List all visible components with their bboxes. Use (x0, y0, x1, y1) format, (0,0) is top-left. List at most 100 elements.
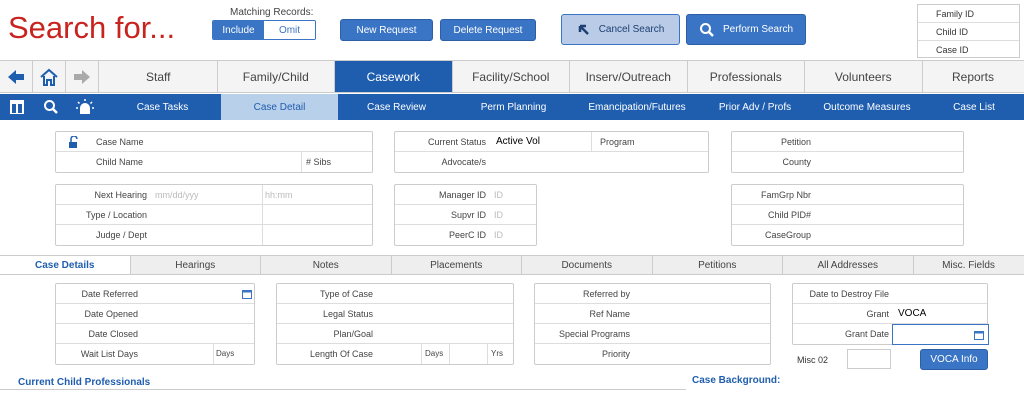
wait-list-label: Wait List Days (80, 349, 138, 359)
supvr-id-row[interactable]: Supvr ID ID (395, 205, 536, 225)
calendar-icon[interactable] (974, 330, 984, 340)
grant-row[interactable]: Grant VOCA (793, 304, 987, 324)
next-hearing-label: Next Hearing (94, 190, 147, 200)
date-opened-row[interactable]: Date Opened (56, 304, 254, 324)
professionals-section-title: Current Child Professionals (18, 377, 151, 388)
detail-tabs: Case Details Hearings Notes Placements D… (0, 255, 1024, 275)
dtab-case-details[interactable]: Case Details (0, 256, 131, 274)
tab-volunteers[interactable]: Volunteers (805, 61, 923, 92)
length-of-case-row[interactable]: Length Of Case Days Yrs (277, 344, 513, 364)
famgrp-row[interactable]: FamGrp Nbr (732, 185, 963, 205)
dates-group: Date Referred Date Opened Date Closed Wa… (55, 283, 255, 365)
casegroup-row[interactable]: CaseGroup (732, 225, 963, 245)
alert-button[interactable] (68, 94, 102, 120)
child-name-row[interactable]: Child Name # Sibs (56, 152, 372, 172)
days-unit: Days (216, 349, 235, 358)
petition-row[interactable]: Petition (732, 132, 963, 152)
type-of-case-row[interactable]: Type of Case (277, 284, 513, 304)
layout-button[interactable] (0, 94, 34, 120)
forward-button[interactable] (66, 61, 99, 92)
referred-by-row[interactable]: Referred by (535, 284, 770, 304)
match-toggle: Include Omit (212, 20, 316, 40)
type-location-row[interactable]: Type / Location (56, 205, 372, 225)
peerc-id-input[interactable]: ID (494, 225, 503, 245)
dtab-documents[interactable]: Documents (522, 256, 653, 274)
delete-request-button[interactable]: Delete Request (440, 19, 536, 41)
dtab-all-addresses[interactable]: All Addresses (783, 256, 914, 274)
advocates-row[interactable]: Advocate/s (395, 152, 708, 172)
subtab-prior-adv[interactable]: Prior Adv / Profs (702, 94, 808, 120)
child-id-field[interactable]: Child ID (918, 23, 1019, 41)
ref-name-row[interactable]: Ref Name (535, 304, 770, 324)
main-nav: Staff Family/Child Casework Facility/Sch… (0, 60, 1024, 93)
status-row[interactable]: Current Status Active Vol Program (395, 132, 708, 152)
cancel-search-button[interactable]: Cancel Search (561, 14, 680, 45)
home-button[interactable] (33, 61, 66, 92)
dtab-hearings[interactable]: Hearings (131, 256, 261, 274)
tab-family-child[interactable]: Family/Child (218, 61, 335, 92)
unlock-icon[interactable] (68, 136, 80, 148)
grant-date-input[interactable] (892, 324, 989, 345)
misc02-input[interactable] (847, 349, 891, 369)
judge-dept-label: Judge / Dept (95, 230, 147, 240)
perform-search-button[interactable]: Perform Search (686, 14, 806, 45)
county-row[interactable]: County (732, 152, 963, 172)
supvr-id-input[interactable]: ID (494, 205, 503, 225)
id-box: Family ID Child ID Case ID (917, 4, 1020, 58)
subtab-case-detail[interactable]: Case Detail (221, 94, 338, 120)
judge-dept-row[interactable]: Judge / Dept (56, 225, 372, 245)
destroy-label: Date to Destroy File (809, 289, 889, 299)
tab-facility-school[interactable]: Facility/School (453, 61, 570, 92)
special-programs-row[interactable]: Special Programs (535, 324, 770, 344)
priority-row[interactable]: Priority (535, 344, 770, 364)
perform-search-label: Perform Search (722, 24, 794, 35)
date-closed-row[interactable]: Date Closed (56, 324, 254, 344)
subtab-outcome-measures[interactable]: Outcome Measures (808, 94, 926, 120)
sub-nav: Case Tasks Case Detail Case Review Perm … (0, 94, 1024, 120)
subtab-case-list[interactable]: Case List (926, 94, 1022, 120)
dtab-placements[interactable]: Placements (392, 256, 522, 274)
manager-id-row[interactable]: Manager ID ID (395, 185, 536, 205)
date-referred-row[interactable]: Date Referred (56, 284, 254, 304)
tab-professionals[interactable]: Professionals (688, 61, 805, 92)
hearing-time-input[interactable]: hh:mm (265, 185, 293, 205)
tab-inserv-outreach[interactable]: Inserv/Outreach (570, 61, 688, 92)
grant-label: Grant (866, 309, 889, 319)
hearing-date-input[interactable]: mm/dd/yyy (155, 185, 199, 205)
staff-ids-group: Manager ID ID Supvr ID ID PeerC ID ID (394, 184, 537, 246)
back-button[interactable] (0, 61, 33, 92)
cancel-search-label: Cancel Search (598, 24, 665, 35)
referral-group: Referred by Ref Name Special Programs Pr… (534, 283, 771, 365)
tab-casework[interactable]: Casework (335, 61, 453, 92)
wait-list-row[interactable]: Wait List Days Days (56, 344, 254, 364)
omit-option[interactable]: Omit (264, 21, 315, 39)
voca-info-button[interactable]: VOCA Info (920, 349, 988, 370)
subtab-perm-planning[interactable]: Perm Planning (455, 94, 572, 120)
referred-by-label: Referred by (582, 289, 630, 299)
dtab-notes[interactable]: Notes (261, 256, 392, 274)
case-id-field[interactable]: Case ID (918, 41, 1019, 59)
case-name-row[interactable]: Case Name (56, 132, 372, 152)
child-pid-row[interactable]: Child PID# (732, 205, 963, 225)
destroy-row[interactable]: Date to Destroy File (793, 284, 987, 304)
subtab-emancipation[interactable]: Emancipation/Futures (572, 94, 702, 120)
type-location-label: Type / Location (85, 210, 147, 220)
tab-staff[interactable]: Staff (100, 61, 218, 92)
find-button[interactable] (34, 94, 68, 120)
manager-id-input[interactable]: ID (494, 185, 503, 205)
include-option[interactable]: Include (213, 21, 264, 39)
subtab-case-review[interactable]: Case Review (338, 94, 455, 120)
family-id-field[interactable]: Family ID (918, 5, 1019, 23)
supvr-id-label: Supvr ID (450, 210, 486, 220)
subtab-case-tasks[interactable]: Case Tasks (104, 94, 221, 120)
dtab-misc-fields[interactable]: Misc. Fields (914, 256, 1024, 274)
legal-status-row[interactable]: Legal Status (277, 304, 513, 324)
peerc-id-row[interactable]: PeerC ID ID (395, 225, 536, 245)
dtab-petitions[interactable]: Petitions (653, 256, 783, 274)
calendar-icon[interactable] (242, 289, 252, 299)
date-referred-label: Date Referred (81, 289, 138, 299)
plan-goal-row[interactable]: Plan/Goal (277, 324, 513, 344)
new-request-button[interactable]: New Request (340, 19, 433, 41)
tab-reports[interactable]: Reports (923, 61, 1024, 92)
advocates-label: Advocate/s (441, 157, 486, 167)
